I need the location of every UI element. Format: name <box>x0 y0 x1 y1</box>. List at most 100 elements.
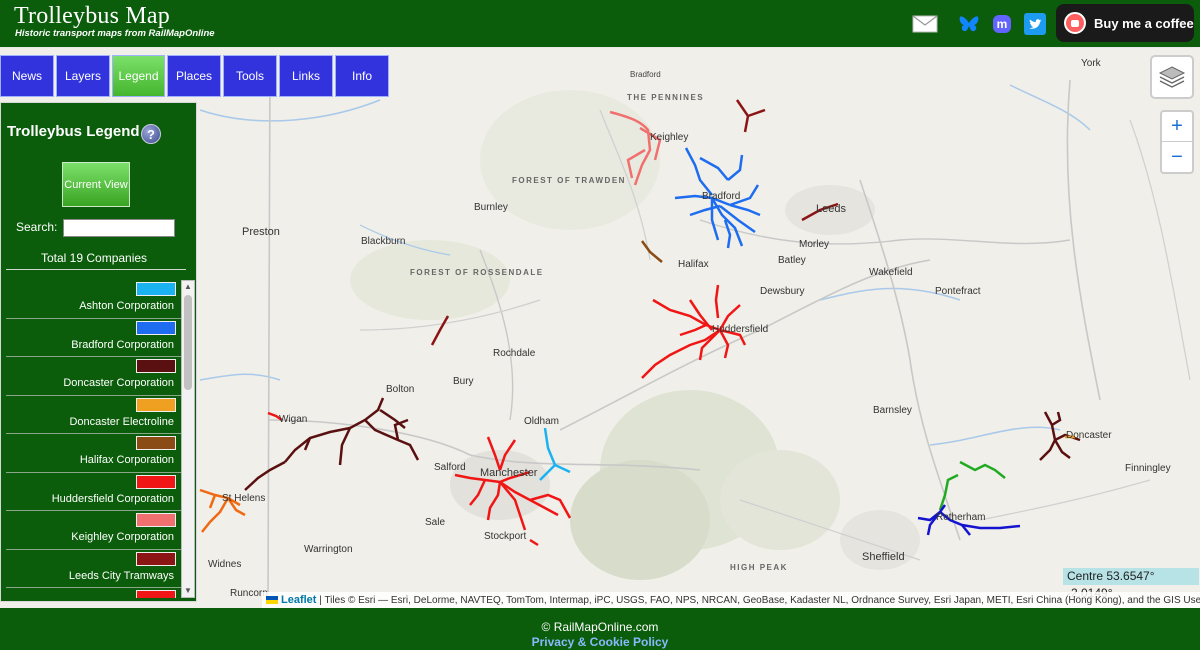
tab-layers[interactable]: Layers <box>56 55 110 97</box>
legend-item[interactable]: Halifax Corporation <box>6 434 182 473</box>
legend-item[interactable] <box>6 588 182 598</box>
legend-item[interactable]: Keighley Corporation <box>6 511 182 550</box>
tab-legend[interactable]: Legend <box>112 55 165 97</box>
tab-links[interactable]: Links <box>279 55 333 97</box>
current-view-button[interactable]: Current View <box>62 162 130 207</box>
mastodon-icon[interactable]: m <box>992 12 1012 36</box>
legend-item[interactable]: Doncaster Electroline <box>6 396 182 434</box>
site-title[interactable]: Trolleybus Map <box>14 3 170 30</box>
coffee-button-label: Buy me a coffee <box>1094 15 1194 31</box>
map-label-wigan: Wigan <box>279 414 308 425</box>
map-label-widnes: Widnes <box>208 559 242 570</box>
legend-item[interactable]: Huddersfield Corporation <box>6 473 182 511</box>
map-label-bradford-n: Bradford <box>630 70 661 79</box>
zoom-out-button[interactable]: − <box>1162 142 1192 172</box>
legend-item[interactable]: Ashton Corporation <box>6 280 182 319</box>
svg-text:m: m <box>997 17 1008 31</box>
scroll-thumb[interactable] <box>184 295 192 390</box>
legend-item[interactable]: Doncaster Corporation <box>6 357 182 396</box>
legend-item-label: Bradford Corporation <box>71 338 174 351</box>
map-label-salford: Salford <box>434 462 466 473</box>
scroll-down-arrow-icon[interactable]: ▼ <box>182 585 194 597</box>
divider <box>6 269 186 270</box>
map-label-rochdale: Rochdale <box>493 348 536 359</box>
layers-control-button[interactable] <box>1150 55 1194 99</box>
site-footer: © RailMapOnline.com Privacy & Cookie Pol… <box>0 608 1200 650</box>
attribution-text: | Tiles © Esri — Esri, DeLorme, NAVTEQ, … <box>319 595 1200 606</box>
map-label-warrington: Warrington <box>304 544 353 555</box>
legend-panel: Trolleybus Legend ? Current View Search:… <box>0 102 197 602</box>
map-label-manchester: Manchester <box>480 467 538 479</box>
legend-item-label: Doncaster Electroline <box>69 415 174 428</box>
legend-swatch <box>136 590 176 598</box>
map-label-rotherham: Rotherham <box>936 512 986 523</box>
map-label-wakefield: Wakefield <box>869 267 913 278</box>
tab-places[interactable]: Places <box>167 55 221 97</box>
leaflet-link[interactable]: Leaflet <box>281 594 316 606</box>
legend-item-label: Huddersfield Corporation <box>51 492 174 505</box>
map-label-york: York <box>1081 58 1101 69</box>
zoom-control: + − <box>1160 110 1194 174</box>
map-label-bradford: Bradford <box>702 191 741 202</box>
map-label-stockport: Stockport <box>484 531 527 542</box>
legend-swatch <box>136 436 176 450</box>
coffee-cup-icon <box>1064 12 1086 34</box>
map-attribution: Leaflet | Tiles © Esri — Esri, DeLorme, … <box>262 592 1200 608</box>
map-label-st-helens: St Helens <box>222 493 266 504</box>
scroll-up-arrow-icon[interactable]: ▲ <box>182 281 194 293</box>
legend-scrollbar[interactable]: ▲ ▼ <box>181 280 195 598</box>
legend-swatch <box>136 320 176 335</box>
map-label-halifax: Halifax <box>678 259 709 270</box>
search-label: Search: <box>16 220 58 234</box>
ukraine-flag-icon <box>266 596 278 604</box>
bluesky-icon[interactable] <box>958 12 980 36</box>
map-label-finningley: Finningley <box>1125 463 1171 474</box>
layers-icon <box>1158 66 1186 88</box>
legend-item[interactable]: Bradford Corporation <box>6 319 182 357</box>
legend-title: Trolleybus Legend <box>7 123 140 140</box>
map-label-keighley: Keighley <box>650 132 689 143</box>
map-label-preston: Preston <box>242 226 280 238</box>
map-label-dewsbury: Dewsbury <box>760 286 805 297</box>
zoom-in-button[interactable]: + <box>1162 112 1192 142</box>
map-label-rossendale: FOREST OF ROSSENDALE <box>410 268 544 277</box>
search-input[interactable] <box>63 219 175 237</box>
help-icon[interactable]: ? <box>141 124 161 144</box>
map-label-pennines: THE PENNINES <box>627 93 705 102</box>
map-label-blackburn: Blackburn <box>361 236 406 247</box>
legend-swatch <box>136 397 176 412</box>
legend-item-label: Ashton Corporation <box>79 300 174 312</box>
site-header: Trolleybus Map Historic transport maps f… <box>0 0 1200 48</box>
map-label-bury: Bury <box>453 376 474 387</box>
legend-swatch <box>136 551 176 566</box>
total-companies: Total 19 Companies <box>41 251 148 265</box>
tab-info[interactable]: Info <box>335 55 389 97</box>
centre-coordinates: Centre 53.6547° -2.0149° <box>1063 568 1199 600</box>
nav-tabs: News Layers Legend Places Tools Links In… <box>0 55 389 97</box>
twitter-icon[interactable] <box>1024 12 1046 36</box>
tab-tools[interactable]: Tools <box>223 55 277 97</box>
legend-item[interactable]: Leeds City Tramways <box>6 550 182 588</box>
tab-news[interactable]: News <box>0 55 54 97</box>
legend-item-label: Keighley Corporation <box>71 531 174 543</box>
map-label-morley: Morley <box>799 239 830 250</box>
map-label-sheffield: Sheffield <box>862 551 905 563</box>
legend-item-label: Doncaster Corporation <box>63 377 174 389</box>
email-icon[interactable] <box>911 12 939 36</box>
map-label-leeds: Leeds <box>816 203 846 215</box>
map-label-pontefract: Pontefract <box>935 286 981 297</box>
map-label-trawden: FOREST OF TRAWDEN <box>512 176 626 185</box>
map-label-burnley: Burnley <box>474 202 508 213</box>
privacy-policy-link[interactable]: Privacy & Cookie Policy <box>0 635 1200 649</box>
legend-list: Ashton Corporation Bradford Corporation … <box>6 280 182 598</box>
buy-me-a-coffee-button[interactable]: Buy me a coffee <box>1056 4 1194 42</box>
map-label-sale: Sale <box>425 517 446 528</box>
legend-item-label: Halifax Corporation <box>79 454 174 466</box>
map-label-huddersfield: Huddersfield <box>712 324 769 335</box>
legend-item-label: Leeds City Tramways <box>68 569 174 582</box>
map-label-batley: Batley <box>778 255 806 266</box>
site-subtitle: Historic transport maps from RailMapOnli… <box>15 28 215 39</box>
map-label-barnsley: Barnsley <box>873 405 912 416</box>
legend-swatch <box>136 359 176 373</box>
copyright: © RailMapOnline.com <box>541 620 659 634</box>
